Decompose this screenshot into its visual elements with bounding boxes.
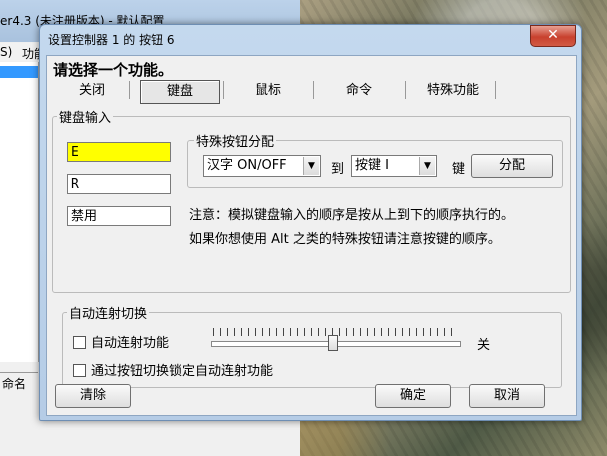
tab-separator bbox=[495, 81, 496, 99]
special-key-select[interactable]: 汉字 ON/OFF ▼ bbox=[203, 155, 321, 177]
ok-button[interactable]: 确定 bbox=[375, 384, 451, 408]
background-list-selected-row[interactable] bbox=[0, 66, 38, 78]
background-column-label: 命名 bbox=[2, 377, 27, 391]
tab-separator bbox=[129, 81, 130, 99]
dialog-client-area: 请选择一个功能。 关闭 键盘 鼠标 命令 特殊功能 键盘输入 E R 禁用 特殊… bbox=[46, 55, 577, 416]
background-menu-item[interactable]: S) bbox=[0, 45, 12, 59]
assign-button[interactable]: 分配 bbox=[471, 154, 553, 178]
lock-autofire-checkbox[interactable] bbox=[73, 364, 86, 377]
dropdown-arrow-icon[interactable]: ▼ bbox=[419, 157, 435, 175]
tab-separator bbox=[405, 81, 406, 99]
key-field-2[interactable]: R bbox=[67, 174, 171, 194]
button-config-dialog: 设置控制器 1 的 按钮 6 ✕ 请选择一个功能。 关闭 键盘 鼠标 命令 特殊… bbox=[39, 24, 582, 421]
note-line-2: 如果你想使用 Alt 之类的特殊按钮请注意按键的顺序。 bbox=[189, 232, 501, 247]
special-button-legend: 特殊按钮分配 bbox=[194, 131, 277, 150]
lock-autofire-label: 通过按钮切换锁定自动连射功能 bbox=[91, 364, 274, 379]
target-key-value: 按键 I bbox=[355, 158, 389, 173]
note-line-1: 注意：模拟键盘输入的顺序是按从上到下的顺序执行的。 bbox=[189, 208, 515, 223]
tab-separator bbox=[313, 81, 314, 99]
autofire-checkbox[interactable] bbox=[73, 336, 86, 349]
target-key-select[interactable]: 按键 I ▼ bbox=[351, 155, 437, 177]
tab-special-function[interactable]: 特殊功能 bbox=[413, 80, 493, 102]
autofire-legend: 自动连射切换 bbox=[67, 303, 150, 322]
tab-off[interactable]: 关闭 bbox=[57, 80, 127, 102]
tab-command[interactable]: 命令 bbox=[323, 80, 395, 102]
tab-keyboard[interactable]: 键盘 bbox=[140, 80, 220, 104]
slider-thumb[interactable] bbox=[328, 335, 338, 351]
close-icon: ✕ bbox=[547, 27, 559, 43]
autofire-label: 自动连射功能 bbox=[91, 336, 170, 351]
slider-state-label: 关 bbox=[477, 338, 491, 353]
keyboard-input-legend: 键盘输入 bbox=[57, 107, 114, 126]
close-button[interactable]: ✕ bbox=[530, 25, 576, 47]
tab-mouse[interactable]: 鼠标 bbox=[233, 80, 303, 102]
dropdown-arrow-icon[interactable]: ▼ bbox=[303, 157, 319, 175]
background-column-header: 命名 bbox=[0, 372, 38, 393]
dialog-title: 设置控制器 1 的 按钮 6 bbox=[48, 33, 175, 47]
dialog-prompt: 请选择一个功能。 bbox=[53, 61, 174, 79]
cancel-button[interactable]: 取消 bbox=[469, 384, 545, 408]
special-key-value: 汉字 ON/OFF bbox=[207, 158, 287, 173]
clear-button[interactable]: 清除 bbox=[55, 384, 131, 408]
key-label: 键 bbox=[452, 162, 466, 177]
key-field-1[interactable]: E bbox=[67, 142, 171, 162]
to-label: 到 bbox=[331, 162, 345, 177]
key-field-3[interactable]: 禁用 bbox=[67, 206, 171, 226]
tab-separator bbox=[223, 81, 224, 99]
background-list[interactable] bbox=[0, 62, 39, 362]
